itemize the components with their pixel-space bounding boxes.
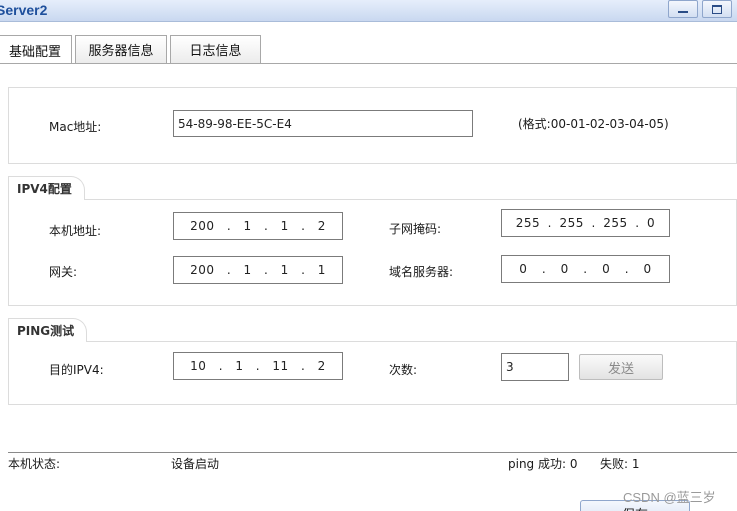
minimize-icon — [678, 11, 688, 13]
gateway-label: 网关: — [49, 265, 78, 279]
octet: 1 — [243, 219, 252, 233]
octet: 0 — [602, 262, 611, 276]
dns-server-input[interactable]: 0. 0. 0. 0 — [501, 255, 670, 283]
octet: 11 — [272, 359, 289, 373]
octet: 10 — [190, 359, 207, 373]
tab-divider — [0, 63, 737, 64]
tab-basic-config[interactable]: 基础配置 — [0, 35, 72, 64]
send-button[interactable]: 发送 — [579, 354, 663, 380]
maximize-icon — [712, 4, 722, 14]
mac-format-hint: (格式:00-01-02-03-04-05) — [518, 117, 669, 131]
octet: 2 — [317, 359, 326, 373]
octet: 1 — [243, 263, 252, 277]
tab-server-info[interactable]: 服务器信息 — [75, 35, 167, 63]
octet: 1 — [317, 263, 326, 277]
window-title: Server2 — [0, 2, 48, 18]
octet: 1 — [280, 263, 289, 277]
status-label: 本机状态: — [8, 457, 61, 471]
octet: 0 — [647, 216, 656, 230]
minimize-button[interactable] — [668, 0, 698, 18]
octet: 255 — [515, 216, 541, 230]
ipv4-section-title: IPV4配置 — [8, 176, 85, 200]
ping-section-title: PING测试 — [8, 318, 88, 342]
local-address-label: 本机地址: — [49, 224, 102, 238]
subnet-mask-input[interactable]: 255. 255. 255. 0 — [501, 209, 670, 237]
octet: 2 — [317, 219, 326, 233]
octet: 0 — [560, 262, 569, 276]
maximize-button[interactable] — [702, 0, 732, 18]
dns-server-label: 域名服务器: — [389, 265, 454, 279]
window-titlebar — [0, 0, 737, 22]
octet: 255 — [603, 216, 628, 230]
mac-address-input[interactable]: 54-89-98-EE-5C-E4 — [173, 110, 473, 137]
status-value: 设备启动 — [171, 457, 220, 471]
mac-label: Mac地址: — [49, 120, 102, 134]
octet: 0 — [519, 262, 528, 276]
octet: 200 — [190, 219, 215, 233]
octet: 0 — [643, 262, 652, 276]
watermark: CSDN @蓝三岁 — [623, 490, 716, 505]
octet: 200 — [190, 263, 215, 277]
ping-success-count: ping 成功: 0 — [508, 457, 578, 471]
ping-target-label: 目的IPV4: — [49, 363, 104, 377]
status-divider — [8, 452, 737, 453]
tab-log-info[interactable]: 日志信息 — [170, 35, 261, 63]
octet: 1 — [280, 219, 289, 233]
octet: 255 — [559, 216, 584, 230]
octet: 1 — [235, 359, 244, 373]
ping-count-input[interactable]: 3 — [501, 353, 569, 381]
ping-count-label: 次数: — [389, 363, 418, 377]
ping-fail-count: 失败: 1 — [600, 457, 640, 471]
gateway-input[interactable]: 200. 1. 1. 1 — [173, 256, 343, 284]
local-address-input[interactable]: 200. 1. 1. 2 — [173, 212, 343, 240]
ping-target-input[interactable]: 10. 1. 11. 2 — [173, 352, 343, 380]
subnet-mask-label: 子网掩码: — [389, 222, 442, 236]
